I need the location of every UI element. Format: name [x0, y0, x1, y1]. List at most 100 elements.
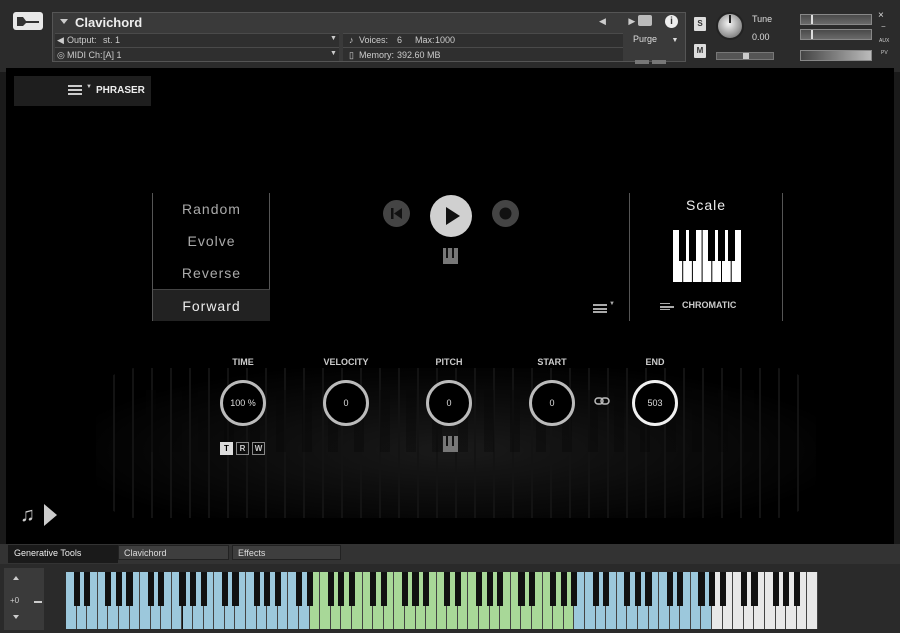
- piano-keyboard[interactable]: [66, 572, 818, 629]
- black-key[interactable]: [645, 572, 652, 606]
- black-key[interactable]: [158, 572, 165, 606]
- minimize-icon[interactable]: −: [881, 22, 886, 31]
- black-key[interactable]: [380, 572, 387, 606]
- end-knob[interactable]: 503: [632, 380, 678, 426]
- tab-clavichord[interactable]: Clavichord: [118, 545, 229, 560]
- music-note-icon[interactable]: ♫: [20, 504, 35, 527]
- chevron-down-icon[interactable]: ▼: [330, 35, 337, 42]
- black-key[interactable]: [486, 572, 493, 606]
- mode-forward[interactable]: Forward: [153, 289, 270, 321]
- play-button[interactable]: [430, 195, 472, 237]
- black-key[interactable]: [677, 572, 684, 606]
- black-key[interactable]: [115, 572, 123, 606]
- tab-effects[interactable]: Effects: [232, 545, 341, 560]
- black-key[interactable]: [666, 572, 673, 606]
- black-key[interactable]: [624, 572, 631, 606]
- black-key[interactable]: [327, 572, 334, 606]
- black-key[interactable]: [253, 572, 260, 606]
- black-key[interactable]: [401, 572, 408, 606]
- velocity-knob[interactable]: 0: [323, 380, 369, 426]
- black-key[interactable]: [126, 572, 133, 606]
- black-key[interactable]: [84, 572, 91, 606]
- black-key[interactable]: [179, 572, 186, 606]
- pitch-wheel-icon[interactable]: [34, 601, 42, 603]
- purge-button[interactable]: Purge ▼: [633, 34, 678, 44]
- start-knob[interactable]: 0: [529, 380, 575, 426]
- black-key[interactable]: [338, 572, 345, 606]
- black-key[interactable]: [370, 572, 377, 606]
- time-mode-w-button[interactable]: W: [252, 442, 265, 455]
- black-key[interactable]: [221, 572, 228, 606]
- scale-keyboard-icon[interactable]: [673, 230, 741, 282]
- black-key[interactable]: [528, 572, 536, 606]
- black-key[interactable]: [751, 572, 758, 606]
- link-icon[interactable]: [594, 396, 610, 406]
- solo-button[interactable]: S: [694, 17, 706, 31]
- black-key[interactable]: [454, 572, 461, 606]
- black-key[interactable]: [592, 572, 599, 606]
- info-icon[interactable]: i: [665, 15, 678, 28]
- volume-slider[interactable]: [800, 50, 872, 61]
- white-key[interactable]: [807, 572, 818, 629]
- black-key[interactable]: [793, 572, 800, 606]
- black-key[interactable]: [73, 572, 80, 606]
- time-mode-t-button[interactable]: T: [220, 442, 233, 455]
- chevron-down-icon[interactable]: ▼: [330, 50, 337, 57]
- black-key[interactable]: [783, 572, 790, 606]
- black-key[interactable]: [772, 572, 779, 606]
- skip-back-button[interactable]: [383, 200, 410, 227]
- black-key[interactable]: [709, 572, 716, 606]
- mute-button[interactable]: M: [694, 44, 706, 58]
- black-key[interactable]: [560, 572, 567, 606]
- tab-generative-tools[interactable]: Generative Tools: [8, 545, 118, 563]
- play-icon[interactable]: [44, 504, 57, 526]
- phraser-menu[interactable]: ▼ PHRASER: [14, 76, 151, 106]
- black-key[interactable]: [634, 572, 641, 606]
- close-icon[interactable]: ×: [878, 10, 884, 21]
- hamburger-menu-icon[interactable]: [68, 85, 82, 95]
- black-key[interactable]: [423, 572, 430, 606]
- black-key[interactable]: [264, 572, 271, 606]
- black-key[interactable]: [105, 572, 112, 606]
- mode-evolve[interactable]: Evolve: [153, 225, 270, 257]
- scale-name[interactable]: CHROMATIC: [682, 300, 736, 310]
- mode-random[interactable]: Random: [153, 193, 270, 225]
- max-value[interactable]: 1000: [435, 35, 455, 45]
- tune-knob[interactable]: [716, 12, 744, 40]
- octave-down-icon[interactable]: [13, 615, 19, 619]
- pan-slider[interactable]: [716, 52, 774, 60]
- instrument-name[interactable]: Clavichord: [75, 15, 142, 30]
- aux-button[interactable]: AUX: [879, 38, 889, 44]
- black-key[interactable]: [444, 572, 451, 606]
- hamburger-menu-icon[interactable]: [593, 304, 607, 313]
- chevron-down-icon[interactable]: ▼: [672, 37, 679, 44]
- pv-button[interactable]: PV: [881, 50, 888, 56]
- pitch-knob[interactable]: 0: [426, 380, 472, 426]
- mode-reverse[interactable]: Reverse: [153, 257, 270, 289]
- black-key[interactable]: [719, 572, 726, 606]
- black-key[interactable]: [348, 572, 356, 606]
- black-key[interactable]: [740, 572, 747, 606]
- time-mode-r-button[interactable]: R: [236, 442, 249, 455]
- black-key[interactable]: [603, 572, 610, 606]
- chevron-down-icon[interactable]: [60, 19, 68, 24]
- record-button[interactable]: [492, 200, 519, 227]
- octave-up-icon[interactable]: [13, 576, 19, 580]
- black-key[interactable]: [497, 572, 504, 606]
- camera-icon[interactable]: [638, 15, 652, 26]
- black-key[interactable]: [200, 572, 207, 606]
- black-key[interactable]: [147, 572, 154, 606]
- black-key[interactable]: [232, 572, 239, 606]
- wrench-icon[interactable]: [13, 12, 43, 30]
- black-key[interactable]: [274, 572, 281, 606]
- time-knob[interactable]: 100 %: [220, 380, 266, 426]
- midi-value[interactable]: [A] 1: [103, 50, 122, 60]
- black-key[interactable]: [306, 572, 313, 606]
- black-key[interactable]: [190, 572, 197, 606]
- hamburger-menu-icon[interactable]: [660, 303, 674, 310]
- black-key[interactable]: [518, 572, 525, 606]
- black-key[interactable]: [295, 572, 303, 606]
- black-key[interactable]: [550, 572, 557, 606]
- black-key[interactable]: [412, 572, 419, 606]
- output-value[interactable]: st. 1: [103, 35, 120, 45]
